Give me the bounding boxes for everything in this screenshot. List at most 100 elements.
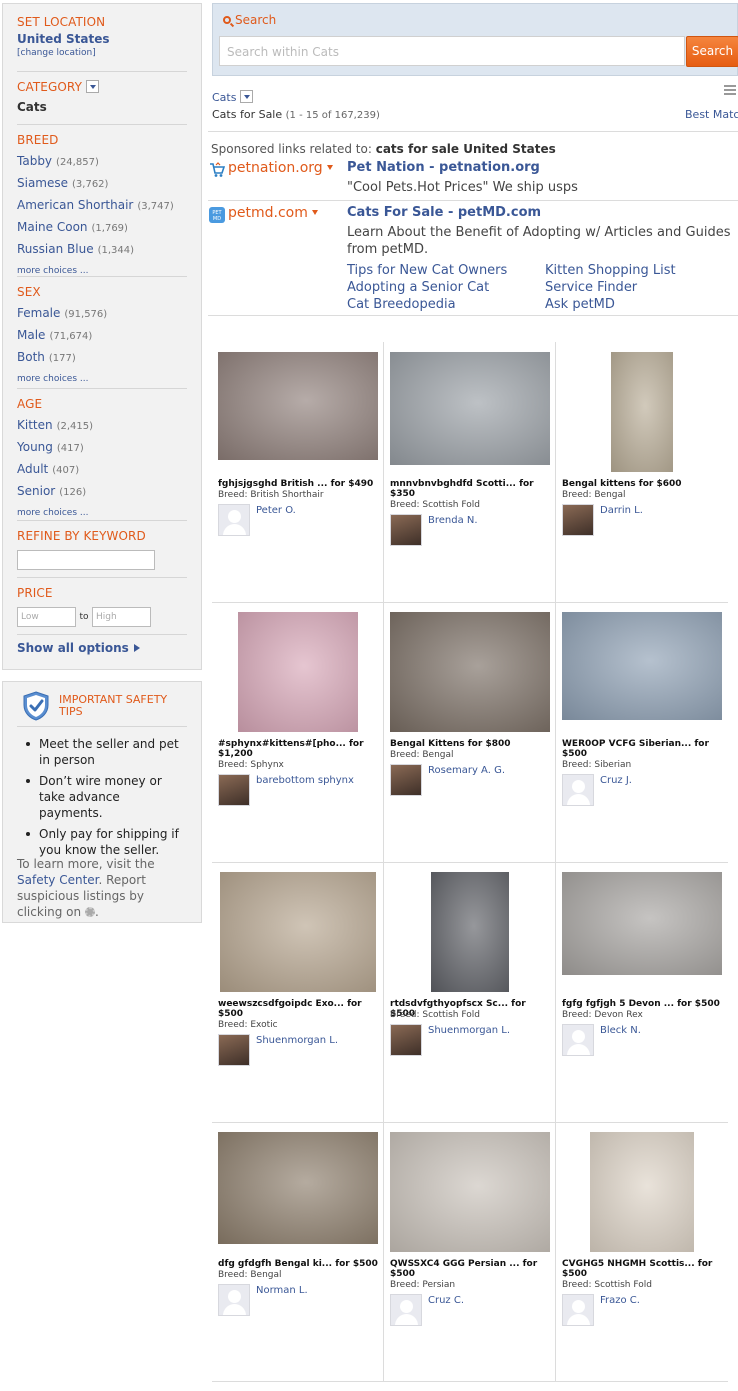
listing-card[interactable]: fghjsjgsghd British ... for $490 Breed: B… [212,342,384,602]
listing-card[interactable]: WER0OP VCFG Siberian... for $500 Breed: S… [556,602,728,862]
ad-site-dropdown[interactable]: petmd.com [228,205,318,221]
seller-name-link[interactable]: Peter O. [256,505,296,516]
ad-sitelink[interactable]: Cat Breedopedia [347,297,456,312]
breed-option[interactable]: Siamese (3,762) [17,173,187,195]
listing-card[interactable]: Bengal Kittens for $800 Breed: Bengal Rose… [384,602,556,862]
sex-more-choices-link[interactable]: more choices ... [17,369,187,389]
search-input[interactable]: Search within Cats [219,36,685,66]
listing-photo-frame [218,1132,378,1252]
cat-photo[interactable] [390,1132,550,1252]
listing-card[interactable]: weewszcsdfgoipdc Exo... for $500 Breed: E… [212,862,384,1122]
listing-card[interactable]: CVGHG5 NHGMH Scottis... for $500 Breed: S… [556,1122,728,1382]
show-all-options-link[interactable]: Show all options [17,641,187,655]
cat-photo[interactable] [390,612,550,732]
seller-avatar[interactable] [218,504,250,536]
seller-avatar[interactable] [562,1024,594,1056]
price-high-input[interactable]: High [92,607,151,627]
breed-option[interactable]: Tabby (24,857) [17,151,187,173]
age-option[interactable]: Adult (407) [17,459,187,481]
seller-name-link[interactable]: Frazo C. [600,1295,640,1306]
search-button[interactable]: Search [686,36,738,67]
seller-avatar[interactable] [218,1284,250,1316]
seller-name-link[interactable]: Shuenmorgan L. [256,1035,338,1046]
cat-photo[interactable] [590,1132,694,1252]
listing-title-link[interactable]: weewszcsdfgoipdc Exo... for $500 [218,999,378,1019]
divider [17,124,187,125]
cat-photo[interactable] [390,352,550,465]
sex-option[interactable]: Male (71,674) [17,325,187,347]
ad-sitelink[interactable]: Kitten Shopping List [545,263,676,278]
listing-card[interactable]: QWSSXC4 GGG Persian ... for $500 Breed: P… [384,1122,556,1382]
ad-title-link[interactable]: Pet Nation - petnation.org [347,160,540,175]
safety-tips-list: Meet the seller and pet in person Don’t w… [17,736,187,863]
ad-title-link[interactable]: Cats For Sale - petMD.com [347,205,541,220]
list-view-icon[interactable] [724,85,736,95]
listing-card[interactable]: fgfg fgfjgh 5 Devon ... for $500 Breed: D… [556,862,728,1122]
seller-avatar[interactable] [390,1294,422,1326]
seller-avatar[interactable] [562,504,594,536]
seller-name-link[interactable]: barebottom sphynx [256,775,354,786]
seller-name-link[interactable]: Cruz C. [428,1295,464,1306]
seller-name-link[interactable]: Brenda N. [428,515,478,526]
listing-title-link[interactable]: Bengal Kittens for $800 [390,739,550,749]
seller-name-link[interactable]: Shuenmorgan L. [428,1025,510,1036]
seller-name-link[interactable]: Rosemary A. G. [428,765,505,776]
age-option[interactable]: Kitten (2,415) [17,415,187,437]
listing-title-link[interactable]: fghjsjgsghd British ... for $490 [218,479,378,489]
listing-card[interactable]: #sphynx#kittens#[pho... for $1,200 Breed:… [212,602,384,862]
seller-avatar[interactable] [390,764,422,796]
listing-title-link[interactable]: QWSSXC4 GGG Persian ... for $500 [390,1259,550,1279]
age-option[interactable]: Senior (126) [17,481,187,503]
seller-avatar[interactable] [390,514,422,546]
age-option-label: Young [17,440,53,454]
age-option[interactable]: Young (417) [17,437,187,459]
breed-option[interactable]: Russian Blue (1,344) [17,239,187,261]
seller-name-link[interactable]: Cruz J. [600,775,632,786]
seller-avatar[interactable] [562,774,594,806]
breed-option[interactable]: American Shorthair (3,747) [17,195,187,217]
cat-photo[interactable] [218,1132,378,1244]
seller-name-link[interactable]: Bleck N. [600,1025,641,1036]
cat-photo[interactable] [431,872,509,992]
seller-avatar[interactable] [390,1024,422,1056]
sort-best-match[interactable]: Best Match [685,108,738,121]
breed-option[interactable]: Maine Coon (1,769) [17,217,187,239]
listing-title-link[interactable]: dfg gfdgfh Bengal ki... for $500 [218,1259,378,1269]
cat-photo[interactable] [562,872,722,975]
ad-sitelink[interactable]: Adopting a Senior Cat [347,280,489,295]
seller-avatar[interactable] [218,1034,250,1066]
listing-title-link[interactable]: #sphynx#kittens#[pho... for $1,200 [218,739,378,759]
listing-card[interactable]: dfg gfdgfh Bengal ki... for $500 Breed: B… [212,1122,384,1382]
divider [17,726,187,727]
ad-sitelink[interactable]: Ask petMD [545,297,615,312]
price-low-input[interactable]: Low [17,607,76,627]
category-dropdown-icon[interactable] [86,80,100,93]
change-location-link[interactable]: [change location] [17,48,187,58]
seller-avatar[interactable] [562,1294,594,1326]
listing-card[interactable]: rtdsdvfgthyopfscx Sc... for $500 Breed: S… [384,862,556,1122]
listing-card[interactable]: mnnvbnvbghdfd Scotti... for $350 Breed: S… [384,342,556,602]
sex-option[interactable]: Both (177) [17,347,187,369]
category-selector[interactable]: Cats [212,90,254,104]
cat-photo[interactable] [220,872,376,992]
cat-photo[interactable] [611,352,673,472]
seller-avatar[interactable] [218,774,250,806]
ad-site-dropdown[interactable]: petnation.org [228,160,333,176]
listing-title-link[interactable]: mnnvbnvbghdfd Scotti... for $350 [390,479,550,499]
breed-more-choices-link[interactable]: more choices ... [17,261,187,281]
listing-title-link[interactable]: WER0OP VCFG Siberian... for $500 [562,739,722,759]
listing-card[interactable]: Bengal kittens for $600 Breed: Bengal Darr… [556,342,728,602]
listing-title-link[interactable]: CVGHG5 NHGMH Scottis... for $500 [562,1259,722,1279]
listing-title-link[interactable]: Bengal kittens for $600 [562,479,722,489]
ad-sitelink[interactable]: Tips for New Cat Owners [347,263,507,278]
ad-sitelink[interactable]: Service Finder [545,280,637,295]
keyword-input[interactable] [17,550,155,570]
listing-title-link[interactable]: fgfg fgfjgh 5 Devon ... for $500 [562,999,722,1009]
seller-name-link[interactable]: Darrin L. [600,505,643,516]
cat-photo[interactable] [218,352,378,460]
cat-photo[interactable] [238,612,358,732]
seller-name-link[interactable]: Norman L. [256,1285,308,1296]
safety-center-link[interactable]: Safety Center [17,873,99,887]
sex-option[interactable]: Female (91,576) [17,303,187,325]
cat-photo[interactable] [562,612,722,720]
